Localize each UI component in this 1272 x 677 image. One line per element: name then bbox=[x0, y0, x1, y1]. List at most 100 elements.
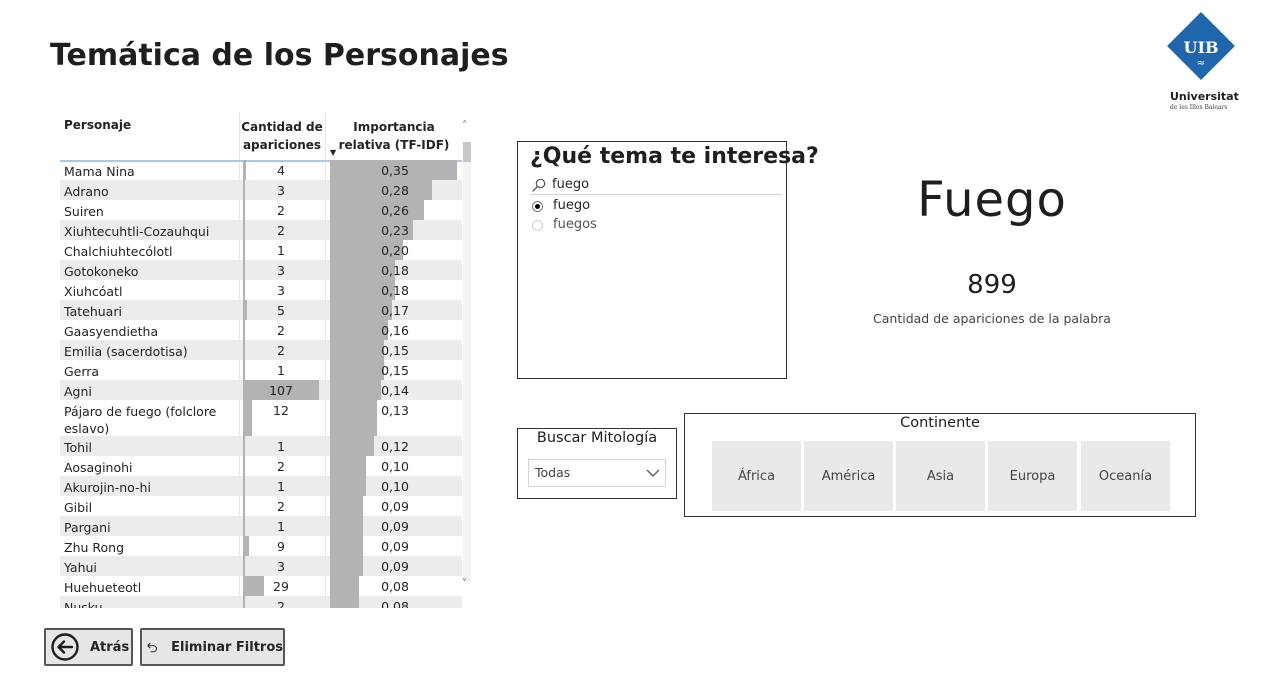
character-name: Yahui bbox=[64, 560, 97, 575]
table-row[interactable]: Aosaginohi 2 0,10 bbox=[60, 456, 462, 476]
tfidf-value: 0,14 bbox=[381, 383, 409, 398]
table-header: Personaje Cantidad de apariciones Import… bbox=[60, 112, 462, 162]
mythology-title: Buscar Mitología bbox=[536, 430, 658, 446]
character-name: Adrano bbox=[64, 184, 109, 199]
tfidf-value: 0,26 bbox=[381, 203, 409, 218]
tfidf-value: 0,09 bbox=[381, 519, 409, 534]
character-name: Gotokoneko bbox=[64, 264, 139, 279]
table-row[interactable]: Gibil 2 0,09 bbox=[60, 496, 462, 516]
theme-search-value[interactable]: fuego bbox=[552, 177, 589, 192]
column-header-cantidad[interactable]: Cantidad de apariciones bbox=[240, 118, 324, 154]
character-name: Xiuhtecuhtli-Cozauhqui bbox=[64, 224, 210, 239]
character-name: Emilia (sacerdotisa) bbox=[64, 344, 188, 359]
continent-button-africa[interactable]: África bbox=[712, 441, 801, 511]
word-count: 899 bbox=[967, 270, 1017, 300]
appearance-count: 2 bbox=[277, 499, 285, 514]
character-name: Zhu Rong bbox=[64, 540, 125, 555]
tfidf-value: 0,08 bbox=[381, 579, 409, 594]
table-row[interactable]: Akurojin-no-hi 1 0,10 bbox=[60, 476, 462, 496]
table-row[interactable]: Emilia (sacerdotisa) 2 0,15 bbox=[60, 340, 462, 360]
clear-filters-button[interactable]: Eliminar Filtros bbox=[140, 628, 285, 666]
continent-button-oceania[interactable]: Oceanía bbox=[1081, 441, 1170, 511]
logo-mark: UIB bbox=[1183, 38, 1219, 57]
table-row[interactable]: Pájaro de fuego (folclore eslavo) 12 0,13 bbox=[60, 400, 462, 436]
table-row[interactable]: Chalchiuhtecólotl 1 0,20 bbox=[60, 240, 462, 260]
appearance-count: 1 bbox=[277, 363, 285, 378]
continent-button-america[interactable]: América bbox=[804, 441, 893, 511]
column-header-personaje[interactable]: Personaje bbox=[64, 118, 131, 132]
table-row[interactable]: Huehueteotl 29 0,08 bbox=[60, 576, 462, 596]
table-row[interactable]: Gotokoneko 3 0,18 bbox=[60, 260, 462, 280]
appearance-count: 2 bbox=[277, 459, 285, 474]
tfidf-value: 0,18 bbox=[381, 283, 409, 298]
table-row[interactable]: Tatehuari 5 0,17 bbox=[60, 300, 462, 320]
back-button[interactable]: Atrás bbox=[44, 628, 133, 666]
word-count-caption: Cantidad de apariciones de la palabra bbox=[873, 311, 1111, 326]
appearance-count: 1 bbox=[277, 439, 285, 454]
tfidf-value: 0,10 bbox=[381, 459, 409, 474]
radio-selected-icon[interactable] bbox=[532, 201, 543, 212]
character-name: Gerra bbox=[64, 364, 100, 379]
table-row[interactable]: Tohil 1 0,12 bbox=[60, 436, 462, 456]
tfidf-value: 0,13 bbox=[381, 403, 409, 418]
theme-option-label: fuegos bbox=[553, 217, 597, 232]
table-row[interactable]: Gerra 1 0,15 bbox=[60, 360, 462, 380]
tfidf-value: 0,09 bbox=[381, 499, 409, 514]
appearance-count: 1 bbox=[277, 519, 285, 534]
table-row[interactable]: Mama Nina 4 0,35 bbox=[60, 160, 462, 180]
continent-button-asia[interactable]: Asia bbox=[896, 441, 985, 511]
table-row[interactable]: Xiuhtecuhtli-Cozauhqui 2 0,23 bbox=[60, 220, 462, 240]
appearance-count: 2 bbox=[277, 203, 285, 218]
tfidf-value: 0,17 bbox=[381, 303, 409, 318]
table-row[interactable]: Zhu Rong 9 0,09 bbox=[60, 536, 462, 556]
appearance-count: 2 bbox=[277, 343, 285, 358]
character-name: Nusku bbox=[64, 600, 103, 608]
appearance-count: 107 bbox=[269, 383, 293, 398]
tfidf-value: 0,12 bbox=[381, 439, 409, 454]
chevron-down-icon bbox=[646, 469, 660, 477]
mythology-slicer: Buscar Mitología Todas bbox=[517, 428, 677, 499]
table-row[interactable]: Yahui 3 0,09 bbox=[60, 556, 462, 576]
table-row[interactable]: Suiren 2 0,26 bbox=[60, 200, 462, 220]
importance-bar bbox=[330, 496, 363, 516]
table-row[interactable]: Nusku 2 0,08 bbox=[60, 596, 462, 608]
character-name: Akurojin-no-hi bbox=[64, 480, 151, 495]
table-row[interactable]: Xiuhcóatl 3 0,18 bbox=[60, 280, 462, 300]
sort-descending-icon[interactable]: ▼ bbox=[330, 148, 336, 157]
tfidf-value: 0,08 bbox=[381, 599, 409, 608]
appearance-count: 1 bbox=[277, 243, 285, 258]
table-row[interactable]: Agni 107 0,14 bbox=[60, 380, 462, 400]
appearance-count: 2 bbox=[277, 223, 285, 238]
clear-filters-label: Eliminar Filtros bbox=[171, 639, 283, 655]
theme-slicer: ¿Qué tema te interesa? fuego fuego fuego… bbox=[517, 141, 819, 379]
table-scrollbar[interactable]: ˄ ˅ bbox=[462, 120, 472, 600]
scroll-track[interactable] bbox=[463, 142, 471, 582]
continent-slicer: Continente África América Asia Europa Oc… bbox=[684, 413, 1196, 517]
tfidf-value: 0,18 bbox=[381, 263, 409, 278]
appearance-count: 2 bbox=[277, 599, 285, 608]
table-row[interactable]: Pargani 1 0,09 bbox=[60, 516, 462, 536]
mythology-dropdown[interactable]: Todas bbox=[528, 459, 666, 487]
tfidf-value: 0,09 bbox=[381, 559, 409, 574]
importance-bar bbox=[330, 556, 363, 576]
scroll-thumb[interactable] bbox=[463, 142, 471, 162]
scroll-up-icon[interactable]: ˄ bbox=[462, 120, 467, 131]
theme-slicer-title: ¿Qué tema te interesa? bbox=[530, 144, 819, 169]
appearance-count: 5 bbox=[277, 303, 285, 318]
characters-table[interactable]: Personaje Cantidad de apariciones Import… bbox=[60, 112, 472, 608]
character-name: Chalchiuhtecólotl bbox=[64, 244, 173, 259]
scroll-down-icon[interactable]: ˅ bbox=[462, 578, 467, 589]
appearance-count: 9 bbox=[277, 539, 285, 554]
table-row[interactable]: Gaasyendietha 2 0,16 bbox=[60, 320, 462, 340]
search-icon bbox=[532, 178, 546, 192]
tfidf-value: 0,20 bbox=[381, 243, 409, 258]
character-name: Aosaginohi bbox=[64, 460, 133, 475]
logo-name: Universitat bbox=[1170, 90, 1239, 103]
continent-button-europa[interactable]: Europa bbox=[988, 441, 1077, 511]
theme-search-input[interactable]: fuego bbox=[530, 176, 782, 195]
table-row[interactable]: Adrano 3 0,28 bbox=[60, 180, 462, 200]
column-header-importancia[interactable]: Importancia relativa (TF-IDF) bbox=[326, 118, 462, 154]
selected-word: Fuego bbox=[917, 172, 1067, 228]
logo-subtitle: de les Illes Balears bbox=[1170, 104, 1228, 111]
radio-unselected-icon[interactable] bbox=[532, 220, 543, 231]
